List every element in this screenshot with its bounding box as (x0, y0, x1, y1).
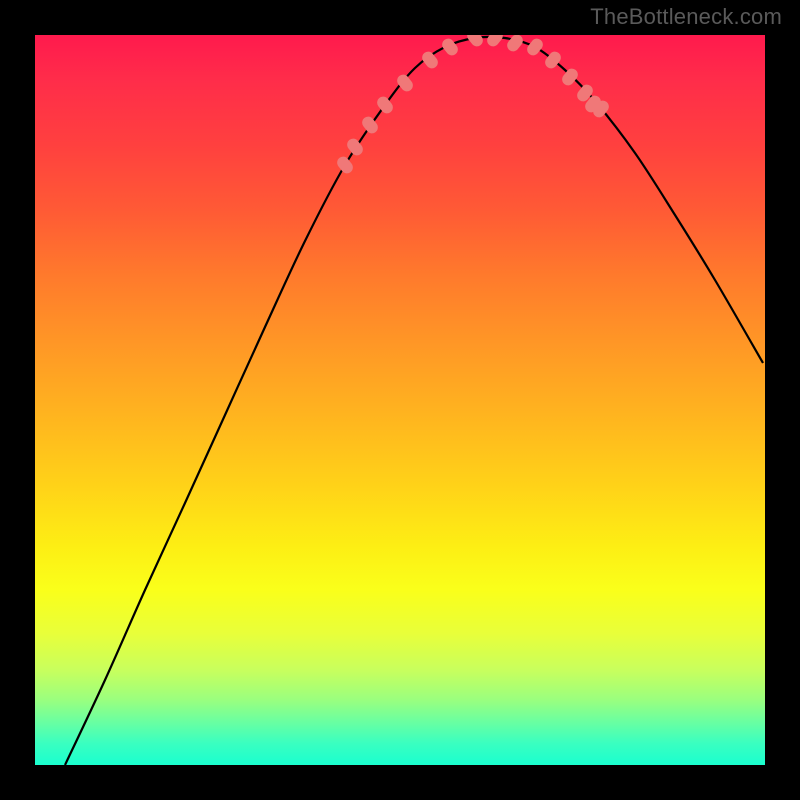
highlight-marker (440, 36, 461, 58)
highlight-marker (543, 49, 564, 71)
highlight-marker (375, 94, 396, 116)
attribution-watermark: TheBottleneck.com (590, 4, 782, 30)
highlight-marker (335, 154, 356, 176)
highlight-marker (525, 36, 546, 58)
bottleneck-curve-line (65, 37, 763, 765)
chart-overlay (35, 35, 765, 765)
highlight-marker (395, 72, 416, 94)
plot-area (35, 35, 765, 765)
highlight-marker-group (335, 35, 612, 176)
